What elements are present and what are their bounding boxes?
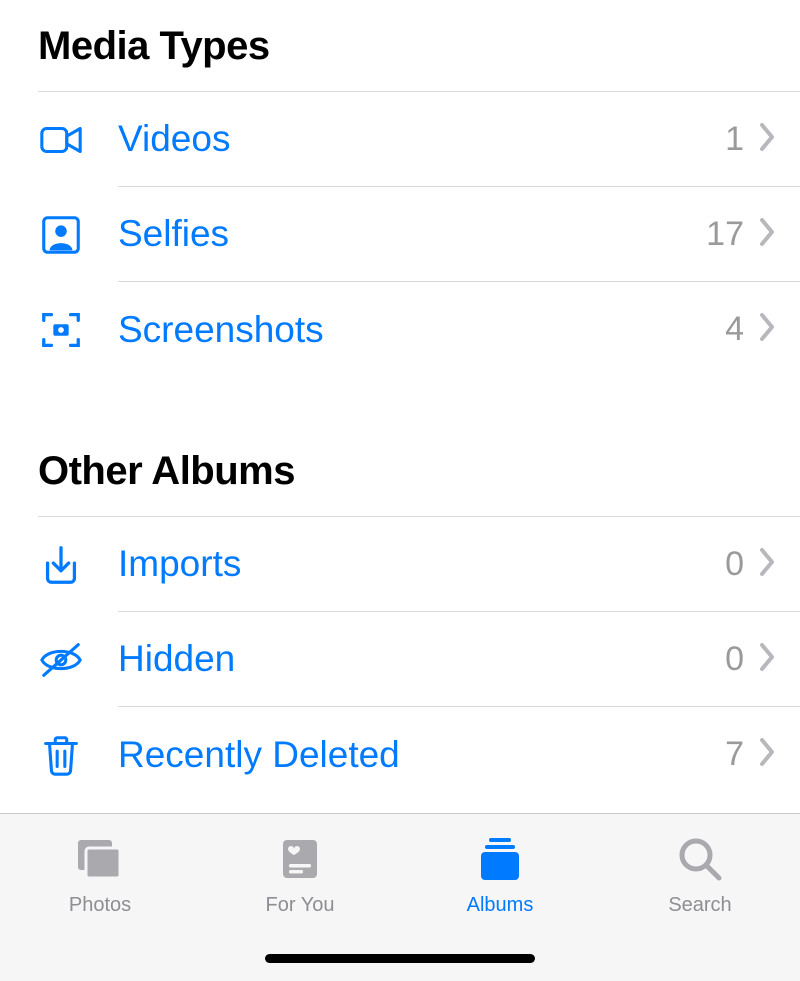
section-header-media-types: Media Types: [0, 8, 800, 91]
row-label: Videos: [118, 118, 725, 160]
row-count: 7: [725, 735, 744, 774]
row-count: 0: [725, 545, 744, 584]
row-recently-deleted[interactable]: Recently Deleted 7: [0, 707, 800, 802]
tab-photos[interactable]: Photos: [0, 814, 200, 981]
tab-label: Search: [668, 894, 731, 917]
home-indicator: [265, 954, 535, 963]
row-hidden[interactable]: Hidden 0: [0, 612, 800, 707]
tab-label: Albums: [467, 894, 534, 917]
tab-search[interactable]: Search: [600, 814, 800, 981]
eye-slash-icon: [38, 637, 118, 683]
row-screenshots[interactable]: Screenshots 4: [0, 282, 800, 377]
videocam-icon: [38, 117, 118, 163]
trash-icon: [38, 732, 118, 778]
photos-icon: [72, 832, 128, 886]
row-label: Screenshots: [118, 309, 725, 351]
row-count: 0: [725, 640, 744, 679]
row-label: Selfies: [118, 213, 706, 255]
chevron-right-icon: [758, 737, 776, 772]
chevron-right-icon: [758, 122, 776, 157]
chevron-right-icon: [758, 642, 776, 677]
row-count: 17: [706, 215, 744, 254]
row-count: 4: [725, 310, 744, 349]
tab-label: Photos: [69, 894, 131, 917]
tab-bar: Photos For You Albums: [0, 813, 800, 981]
person-square-icon: [38, 212, 118, 258]
for-you-icon: [275, 832, 325, 886]
albums-icon: [473, 832, 527, 886]
search-icon: [675, 832, 725, 886]
section-header-other-albums: Other Albums: [0, 433, 800, 516]
chevron-right-icon: [758, 547, 776, 582]
download-icon: [38, 542, 118, 588]
screenshot-icon: [38, 307, 118, 353]
row-selfies[interactable]: Selfies 17: [0, 187, 800, 282]
row-label: Imports: [118, 543, 725, 585]
row-label: Hidden: [118, 638, 725, 680]
row-imports[interactable]: Imports 0: [0, 517, 800, 612]
chevron-right-icon: [758, 312, 776, 347]
row-label: Recently Deleted: [118, 734, 725, 776]
row-videos[interactable]: Videos 1: [0, 92, 800, 187]
row-count: 1: [725, 120, 744, 159]
tab-label: For You: [266, 894, 335, 917]
chevron-right-icon: [758, 217, 776, 252]
